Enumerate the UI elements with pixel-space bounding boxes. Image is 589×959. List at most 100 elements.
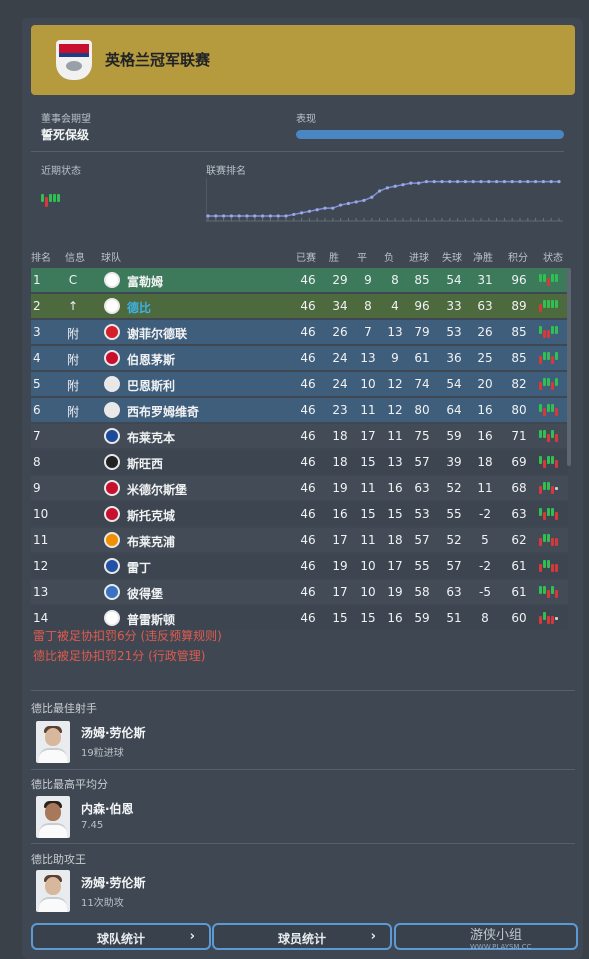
- form-mark: [555, 564, 558, 572]
- row-team-name[interactable]: 雷丁: [127, 559, 151, 576]
- table-row[interactable]: 7 布莱克本 46 18 17 11 75 59 16 71: [31, 424, 568, 448]
- row-pts: 85: [511, 351, 527, 365]
- form-mark: [539, 430, 542, 438]
- row-ga: 33: [446, 299, 462, 313]
- form-mark: [551, 326, 554, 334]
- top-rating-name[interactable]: 内森·伯恩: [81, 800, 134, 817]
- top-scorer-name[interactable]: 汤姆·劳伦斯: [81, 724, 146, 741]
- table-row[interactable]: 9 米德尔斯堡 46 19 11 16 63 52 11 68: [31, 476, 568, 500]
- table-row[interactable]: 4 附 伯恩茅斯 46 24 13 9 61 36 25 85: [31, 346, 568, 370]
- row-team-name[interactable]: 谢菲尔德联: [127, 325, 187, 342]
- row-p: 46: [300, 507, 316, 521]
- position-point: [315, 208, 319, 212]
- row-ga: 63: [446, 585, 462, 599]
- row-position: 8: [33, 455, 41, 469]
- player-avatar[interactable]: [36, 796, 70, 838]
- table-row[interactable]: 6 附 西布罗姆维奇 46 23 11 12 80 64 16 80: [31, 398, 568, 422]
- position-point: [424, 179, 428, 184]
- position-point: [471, 179, 475, 184]
- performance-bar: [296, 130, 564, 139]
- form-mark: [543, 586, 546, 594]
- row-team-name[interactable]: 斯托克城: [127, 507, 175, 524]
- row-pts: 60: [511, 611, 527, 625]
- header-pts: 积分: [508, 253, 528, 264]
- row-info: 附: [66, 405, 79, 419]
- position-point: [284, 214, 288, 218]
- row-team-name[interactable]: 富勒姆: [127, 273, 163, 290]
- row-gd: 31: [477, 273, 493, 287]
- player-avatar[interactable]: [36, 870, 70, 912]
- form-mark: [551, 538, 554, 546]
- row-gf: 57: [414, 533, 430, 547]
- row-gf: 85: [414, 273, 430, 287]
- row-team-name[interactable]: 伯恩茅斯: [127, 351, 175, 368]
- table-row[interactable]: 3 附 谢菲尔德联 46 26 7 13 79 53 26 85: [31, 320, 568, 344]
- row-d: 8: [364, 299, 372, 313]
- player-stats-button[interactable]: 球员统计 ›: [212, 923, 392, 950]
- row-gd: 18: [477, 455, 493, 469]
- recent-form-graphic: [41, 191, 67, 211]
- header-team: 球队: [101, 253, 121, 264]
- position-point: [534, 179, 538, 184]
- position-point: [323, 206, 327, 210]
- row-team-name[interactable]: 西布罗姆维奇: [127, 403, 199, 420]
- position-point: [229, 214, 233, 218]
- row-position: 13: [33, 585, 49, 599]
- position-point: [237, 214, 241, 218]
- league-position-label: 联赛排名: [206, 166, 246, 177]
- position-point: [557, 179, 561, 184]
- row-form-graphic: [539, 377, 563, 391]
- table-row[interactable]: 12 雷丁 46 19 10 17 55 57 -2 61: [31, 554, 568, 578]
- bournemouth-badge-icon: [104, 350, 120, 366]
- position-point: [339, 203, 343, 207]
- stoke-badge-icon: [104, 506, 120, 522]
- position-point: [456, 179, 460, 184]
- row-form-graphic: [539, 559, 563, 573]
- row-team-name[interactable]: 米德尔斯堡: [127, 481, 187, 498]
- form-mark: [551, 300, 554, 308]
- penalty-note: 德比被足协扣罚21分 (行政管理): [33, 649, 206, 663]
- table-row[interactable]: 13 彼得堡 46 17 10 19 58 63 -5 61: [31, 580, 568, 604]
- form-mark: [543, 274, 546, 282]
- row-team-name[interactable]: 布莱克本: [127, 429, 175, 446]
- row-pts: 71: [511, 429, 527, 443]
- position-point: [518, 179, 522, 184]
- row-pts: 62: [511, 533, 527, 547]
- form-mark: [547, 278, 550, 286]
- row-form-graphic: [539, 429, 563, 443]
- row-position: 10: [33, 507, 49, 521]
- table-row[interactable]: 5 附 巴恩斯利 46 24 10 12 74 54 20 82: [31, 372, 568, 396]
- table-row[interactable]: 2 ↑ 德比 46 34 8 4 96 33 63 89: [31, 294, 568, 318]
- peterborough-badge-icon: [104, 584, 120, 600]
- form-mark: [555, 487, 558, 490]
- table-scrollbar[interactable]: [567, 268, 571, 466]
- form-mark: [543, 482, 546, 490]
- team-stats-button[interactable]: 球队统计 ›: [31, 923, 211, 950]
- row-info: 附: [66, 353, 79, 367]
- row-ga: 53: [446, 325, 462, 339]
- row-team-name[interactable]: 德比: [127, 299, 151, 316]
- row-team-name[interactable]: 布莱克浦: [127, 533, 175, 550]
- row-pts: 63: [511, 507, 527, 521]
- row-team-name[interactable]: 彼得堡: [127, 585, 163, 602]
- divider: [31, 690, 575, 691]
- row-team-name[interactable]: 普雷斯顿: [127, 611, 175, 628]
- row-team-name[interactable]: 斯旺西: [127, 455, 163, 472]
- table-row[interactable]: 1 C 富勒姆 46 29 9 8 85 54 31 96: [31, 268, 568, 292]
- form-mark: [539, 304, 542, 312]
- watermark: 游侠小组 WWW.PLAYSM.CC: [470, 924, 531, 951]
- position-point: [401, 183, 405, 187]
- player-avatar[interactable]: [36, 721, 70, 763]
- row-team-name[interactable]: 巴恩斯利: [127, 377, 175, 394]
- table-row[interactable]: 11 布莱克浦 46 17 11 18 57 52 5 62: [31, 528, 568, 552]
- divider: [31, 151, 564, 152]
- table-row[interactable]: 8 斯旺西 46 18 15 13 57 39 18 69: [31, 450, 568, 474]
- row-l: 15: [387, 507, 403, 521]
- table-row[interactable]: 10 斯托克城 46 16 15 15 53 55 -2 63: [31, 502, 568, 526]
- row-form-graphic: [539, 299, 563, 313]
- row-d: 13: [360, 351, 376, 365]
- top-assists-name[interactable]: 汤姆·劳伦斯: [81, 874, 146, 891]
- row-gd: 26: [477, 325, 493, 339]
- form-mark: [543, 460, 546, 468]
- row-d: 7: [364, 325, 372, 339]
